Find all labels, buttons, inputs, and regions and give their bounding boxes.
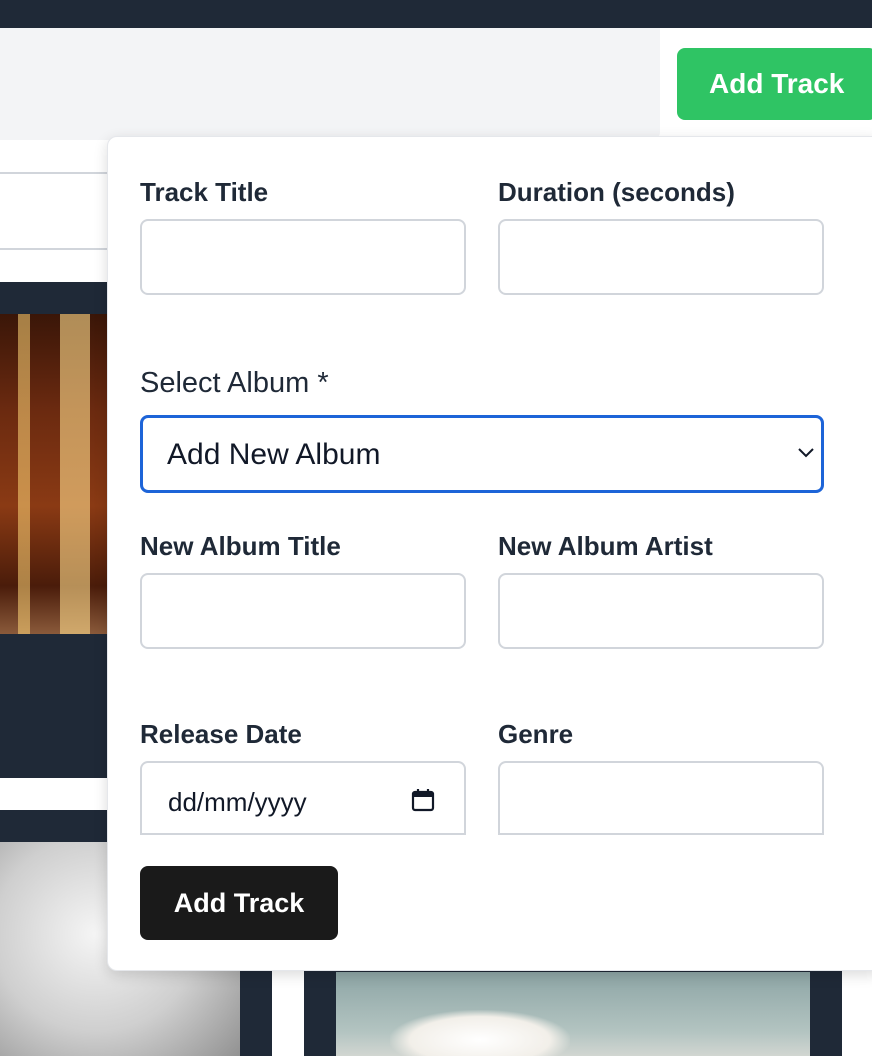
album-select[interactable]: Add New Album — [140, 415, 824, 493]
chevron-down-icon — [798, 448, 814, 458]
calendar-icon[interactable] — [410, 787, 436, 813]
album-select-value: Add New Album — [167, 438, 381, 471]
genre-label: Genre — [498, 719, 574, 749]
release-date-input[interactable]: dd/mm/yyyy — [140, 761, 466, 835]
select-album-label: Select Album * — [140, 367, 329, 399]
new-album-title-label: New Album Title — [140, 531, 341, 561]
release-date-placeholder: dd/mm/yyyy — [168, 787, 307, 817]
duration-label: Duration (seconds) — [498, 177, 735, 207]
track-title-input[interactable] — [140, 219, 466, 295]
new-album-artist-label: New Album Artist — [498, 531, 713, 561]
new-album-title-input[interactable] — [140, 573, 466, 649]
new-album-artist-input[interactable] — [498, 573, 824, 649]
release-date-label: Release Date — [140, 719, 302, 749]
add-track-form-panel: Track Title Duration (seconds) Select Al… — [107, 136, 872, 971]
add-track-submit-button[interactable]: Add Track — [140, 866, 338, 940]
search-area — [0, 28, 660, 140]
top-navbar — [0, 0, 872, 28]
cover-cloud-graphic — [390, 1010, 570, 1056]
add-track-toggle-button[interactable]: Add Track — [677, 48, 872, 120]
duration-input[interactable] — [498, 219, 824, 295]
track-title-label: Track Title — [140, 177, 269, 207]
genre-input[interactable] — [498, 761, 824, 835]
